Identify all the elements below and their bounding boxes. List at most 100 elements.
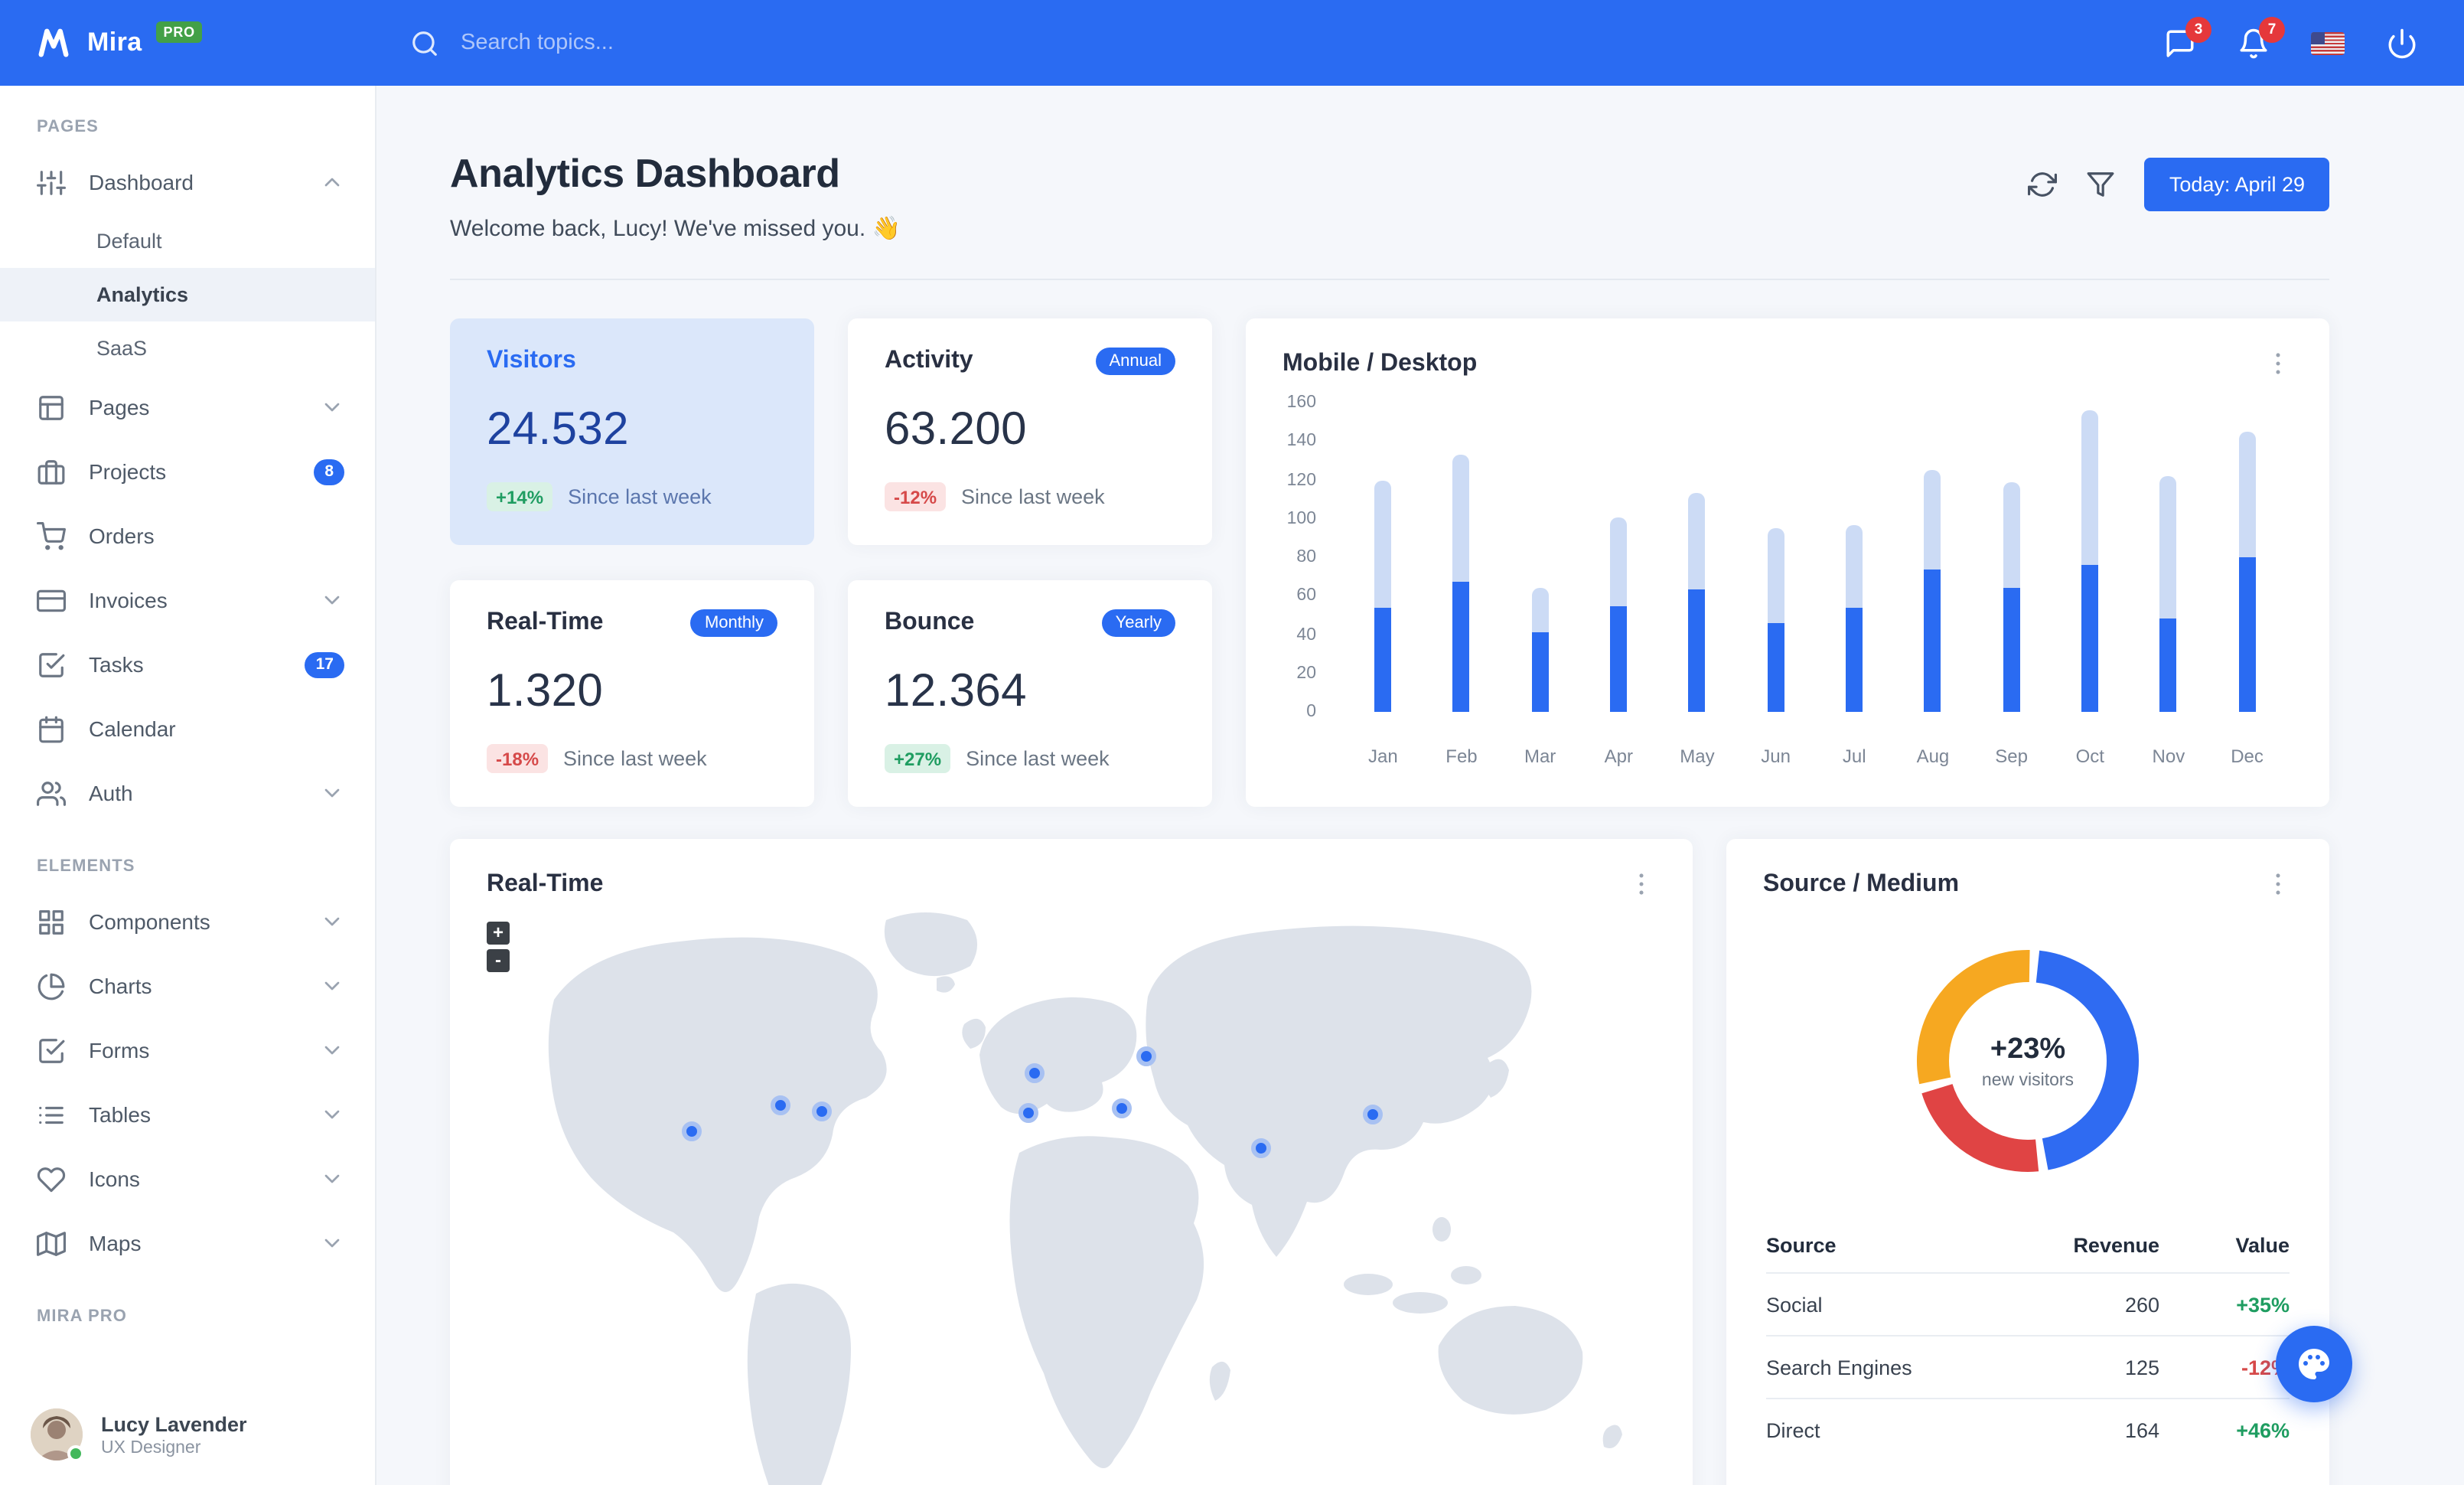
refresh-button[interactable] <box>2028 170 2058 199</box>
sidebar-item-dashboard[interactable]: Dashboard <box>0 150 375 214</box>
sidebar-item-auth[interactable]: Auth <box>0 761 375 825</box>
bar-chart-y-axis: 0 20 40 60 80 100 120 140 160 <box>1283 393 1328 721</box>
chevron-down-icon <box>324 788 340 798</box>
bar-sep[interactable] <box>1972 403 2051 712</box>
bar-aug[interactable] <box>1894 403 1973 712</box>
theme-settings-button[interactable] <box>2276 1326 2352 1402</box>
sidebar-item-orders[interactable]: Orders <box>0 504 375 568</box>
sidebar-item-label: Tasks <box>89 652 144 677</box>
bar-feb[interactable] <box>1423 403 1501 712</box>
map-marker-9[interactable] <box>1363 1105 1383 1124</box>
search-input[interactable] <box>458 29 856 57</box>
source-table-row-search-engines[interactable]: Search Engines 125 -12% <box>1766 1335 2290 1398</box>
card-title-source-medium: Source / Medium <box>1763 870 1960 896</box>
bar-chart-x-axis: Jan Feb Mar Apr May Jun Jul Aug Sep Oct Nov Dec <box>1344 733 2286 767</box>
sidebar-item-label: Components <box>89 909 210 934</box>
sidebar-item-default[interactable]: Default <box>0 214 375 268</box>
language-flag-us[interactable] <box>2311 31 2345 54</box>
logout-button[interactable] <box>2386 27 2418 59</box>
brand-name: Mira <box>87 28 142 57</box>
map-marker-7[interactable] <box>1112 1098 1132 1118</box>
navbar-actions: 3 7 <box>2164 16 2464 59</box>
pie-chart-icon <box>37 972 65 1000</box>
bar-mar[interactable] <box>1501 403 1579 712</box>
notifications-button[interactable]: 7 <box>2237 16 2285 59</box>
main-content: Analytics Dashboard Welcome back, Lucy! … <box>376 86 2464 1485</box>
bar-jan[interactable] <box>1344 403 1423 712</box>
sidebar-item-pages[interactable]: Pages <box>0 375 375 439</box>
sidebar-item-icons[interactable]: Icons <box>0 1147 375 1211</box>
page-header: Analytics Dashboard Welcome back, Lucy! … <box>450 150 2329 242</box>
sidebar-section-label-pages: PAGES <box>37 118 99 136</box>
donut-slice-direct[interactable] <box>1915 948 2140 1173</box>
x-axis-label: Jun <box>1761 746 1791 767</box>
sidebar-item-projects[interactable]: Projects 8 <box>0 439 375 504</box>
bar-jul[interactable] <box>1815 403 1894 712</box>
stat-period-badge: Monthly <box>690 609 777 637</box>
sidebar-item-invoices[interactable]: Invoices <box>0 568 375 632</box>
stat-title: Activity <box>885 348 973 374</box>
map-marker-2[interactable] <box>771 1095 790 1115</box>
date-range-button[interactable]: Today: April 29 <box>2144 158 2329 211</box>
sidebar-user[interactable]: Lucy Lavender UX Designer <box>0 1387 375 1485</box>
sidebar-item-forms[interactable]: Forms <box>0 1018 375 1082</box>
bar-nov[interactable] <box>2130 403 2208 712</box>
card-menu-button[interactable] <box>2264 870 2293 899</box>
grid-icon <box>39 909 64 934</box>
y-axis-label: 60 <box>1296 586 1316 605</box>
more-vertical-icon <box>2276 353 2280 374</box>
y-axis-label: 160 <box>1286 393 1316 412</box>
sidebar-badge: 8 <box>314 459 344 485</box>
map-marker-5[interactable] <box>1025 1063 1045 1083</box>
search-icon <box>410 28 439 57</box>
bar-jun[interactable] <box>1736 403 1815 712</box>
messages-button[interactable]: 3 <box>2164 16 2211 59</box>
map-zoom-controls: + - <box>487 922 510 972</box>
stat-delta-badge: +14% <box>487 482 553 511</box>
source-name: Social <box>1766 1293 1823 1316</box>
bar-oct[interactable] <box>2051 403 2130 712</box>
sidebar-item-tasks[interactable]: Tasks 17 <box>0 632 375 697</box>
notifications-badge: 7 <box>2259 16 2285 42</box>
source-table-row-social[interactable]: Social 260 +35% <box>1766 1272 2290 1335</box>
avatar <box>31 1408 84 1462</box>
bar-may[interactable] <box>1658 403 1737 712</box>
sidebar-item-analytics[interactable]: Analytics <box>0 268 375 321</box>
source-revenue: 164 <box>2124 1418 2159 1441</box>
sidebar-item-tables[interactable]: Tables <box>0 1082 375 1147</box>
card-menu-button[interactable] <box>1627 870 1656 899</box>
map-marker-3[interactable] <box>812 1102 832 1121</box>
card-menu-button[interactable] <box>2264 349 2293 378</box>
sidebar-item-components[interactable]: Components <box>0 889 375 954</box>
power-icon <box>2386 27 2418 59</box>
map-marker-6[interactable] <box>1136 1046 1156 1066</box>
sidebar-item-calendar[interactable]: Calendar <box>0 697 375 761</box>
palette-icon <box>2296 1346 2332 1382</box>
map-marker-8[interactable] <box>1251 1138 1271 1158</box>
bar-apr[interactable] <box>1579 403 1658 712</box>
world-map[interactable]: + - <box>450 908 1693 1485</box>
filter-button[interactable] <box>2087 170 2116 199</box>
card-title-mobile-desktop: Mobile / Desktop <box>1283 350 1478 376</box>
list-icon <box>39 1105 64 1124</box>
sidebar-item-label: Tables <box>89 1102 151 1127</box>
bar-dec[interactable] <box>2208 403 2286 712</box>
map-marker-1[interactable] <box>682 1121 702 1141</box>
layout-icon <box>39 395 64 419</box>
map-zoom-in-button[interactable]: + <box>487 922 510 945</box>
chevron-down-icon <box>324 403 340 412</box>
sidebar-item-maps[interactable]: Maps <box>0 1211 375 1275</box>
map-marker-4[interactable] <box>1019 1103 1038 1123</box>
source-table-row-direct[interactable]: Direct 164 +46% <box>1766 1398 2290 1461</box>
brand-link[interactable]: Mira PRO <box>0 21 352 63</box>
source-donut-chart: +23% new visitors <box>1905 938 2150 1183</box>
sidebar-item-label: Icons <box>89 1167 140 1191</box>
source-name: Search Engines <box>1766 1356 1912 1379</box>
more-vertical-icon <box>2276 873 2280 895</box>
sidebar-item-saas[interactable]: SaaS <box>0 321 375 375</box>
bar-chart-plot <box>1344 403 2286 712</box>
source-value: +35% <box>2236 1293 2290 1316</box>
check-square-icon <box>39 652 65 677</box>
map-zoom-out-button[interactable]: - <box>487 949 510 972</box>
sidebar-item-charts[interactable]: Charts <box>0 954 375 1018</box>
